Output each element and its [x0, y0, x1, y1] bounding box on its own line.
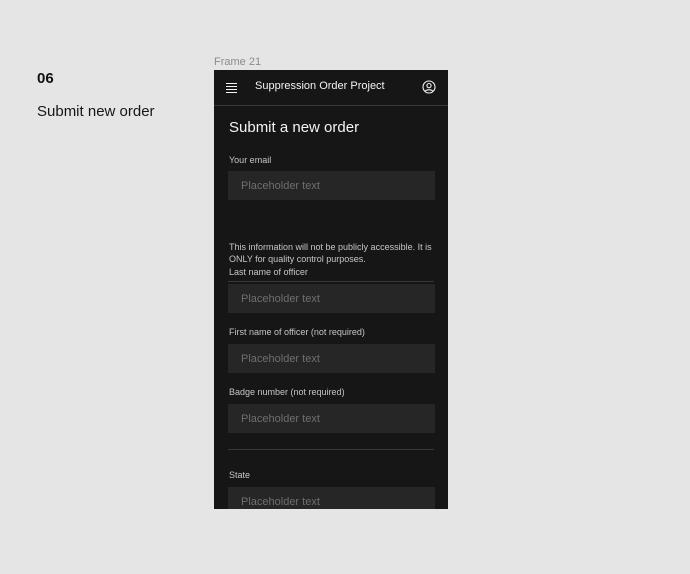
first-name-field[interactable]: [228, 344, 435, 373]
divider: [228, 281, 434, 282]
user-avatar-icon[interactable]: [422, 80, 436, 94]
first-name-label: First name of officer (not required): [229, 327, 365, 337]
badge-number-label: Badge number (not required): [229, 387, 345, 397]
email-label: Your email: [229, 155, 272, 165]
last-name-label: Last name of officer: [229, 267, 308, 277]
step-number: 06: [37, 70, 54, 87]
state-label: State: [229, 470, 251, 480]
last-name-field[interactable]: [228, 284, 435, 313]
mobile-frame: Suppression Order Project Submit a new o…: [214, 70, 448, 509]
email-field[interactable]: [228, 171, 435, 200]
state-field[interactable]: [228, 487, 435, 509]
hamburger-menu-icon[interactable]: [226, 83, 237, 93]
email-helper-text: This information will not be publicly ac…: [229, 242, 432, 264]
app-header: Suppression Order Project: [214, 70, 448, 106]
badge-number-field[interactable]: [228, 404, 435, 433]
canvas: 06 Submit new order Frame 21 Suppression…: [0, 0, 690, 574]
frame-label: Frame 21: [214, 56, 262, 68]
step-title: Submit new order: [37, 103, 155, 120]
form-title: Submit a new order: [229, 119, 360, 136]
divider: [228, 449, 434, 450]
app-title: Suppression Order Project: [255, 80, 385, 92]
